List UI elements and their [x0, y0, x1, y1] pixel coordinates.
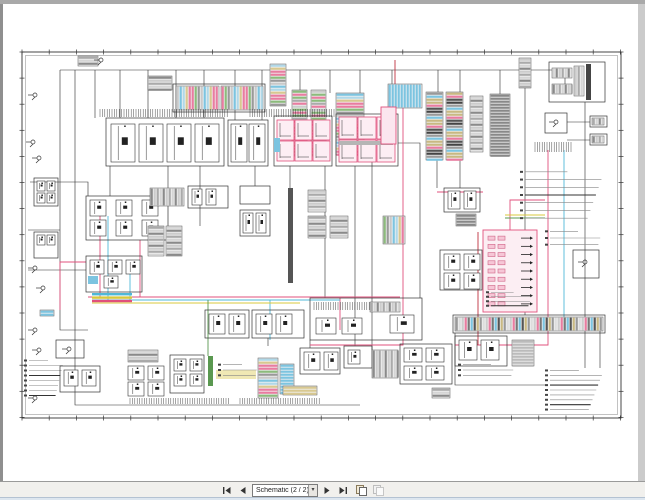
component-blocks [24, 55, 608, 411]
next-page-button[interactable] [321, 484, 333, 496]
schematic-page [3, 4, 638, 481]
duplicate-page-icon[interactable] [356, 485, 367, 496]
page-selector-dropdown[interactable]: Schematic (2 / 2) ▾ [252, 483, 318, 497]
window-right-edge [638, 4, 645, 481]
viewer-window: Schematic (2 / 2) ▾ [0, 0, 645, 500]
previous-page-button[interactable] [237, 484, 249, 496]
first-page-icon [223, 486, 231, 494]
schematic-canvas [19, 49, 624, 421]
page-navigation-toolbar: Schematic (2 / 2) ▾ [0, 481, 645, 498]
chevron-down-icon: ▾ [308, 484, 317, 496]
page-selector-label: Schematic (2 / 2) [256, 486, 308, 494]
first-page-button[interactable] [220, 484, 234, 496]
last-page-icon [339, 486, 347, 494]
page-navigation-group: Schematic (2 / 2) ▾ [220, 483, 384, 497]
last-page-button[interactable] [336, 484, 350, 496]
copy-page-icon-disabled [373, 485, 384, 496]
previous-page-icon [240, 486, 246, 494]
next-page-icon [324, 486, 330, 494]
